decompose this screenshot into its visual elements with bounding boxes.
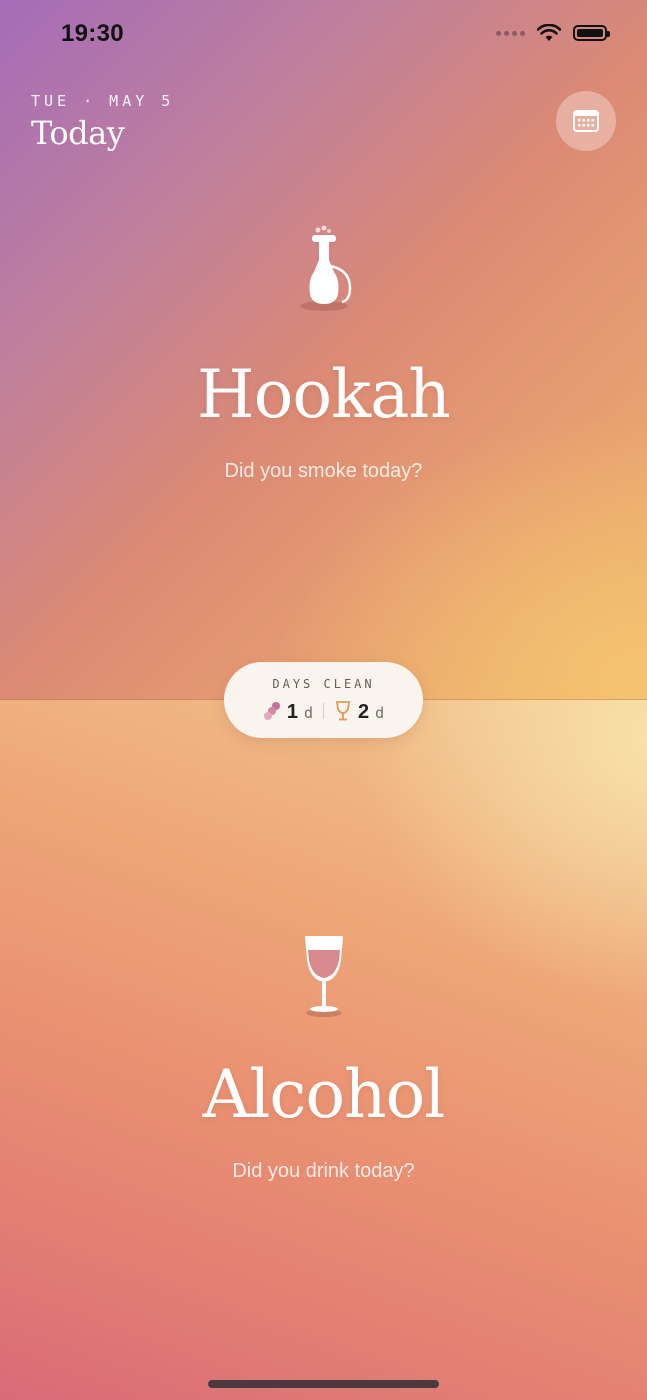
calendar-icon	[573, 110, 599, 132]
days-clean-pill: DAYS CLEAN 1 d 2 d	[224, 662, 423, 738]
hookah-small-icon	[263, 702, 280, 720]
hookah-days-value: 1	[286, 701, 298, 723]
alcohol-question: Did you drink today?	[232, 1160, 415, 1182]
hookah-icon	[300, 225, 352, 311]
status-time: 19:30	[61, 20, 124, 47]
hookah-question: Did you smoke today?	[224, 460, 423, 482]
signal-dots-icon	[496, 30, 525, 36]
alcohol-title: Alcohol	[202, 1056, 446, 1133]
battery-icon	[573, 25, 610, 41]
wifi-icon	[537, 24, 561, 41]
date-label: TUE · MAY 5	[31, 92, 175, 110]
alcohol-days-value: 2	[358, 701, 370, 723]
hookah-days-clean: 1 d	[263, 698, 313, 724]
calendar-button[interactable]	[556, 91, 616, 151]
days-clean-title: DAYS CLEAN	[272, 677, 375, 691]
wine-glass-icon	[305, 936, 343, 1017]
alcohol-days-unit: d	[375, 704, 385, 722]
alcohol-panel[interactable]	[0, 700, 647, 1400]
days-clean-stats: 1 d 2 d	[224, 698, 423, 724]
home-indicator[interactable]	[208, 1380, 439, 1388]
hookah-title: Hookah	[197, 356, 451, 433]
stats-separator	[323, 703, 324, 719]
wine-glass-small-icon	[335, 701, 351, 721]
hookah-days-unit: d	[303, 704, 313, 722]
alcohol-days-clean: 2 d	[334, 698, 384, 724]
page-title: Today	[31, 114, 125, 152]
status-icons	[496, 24, 610, 42]
